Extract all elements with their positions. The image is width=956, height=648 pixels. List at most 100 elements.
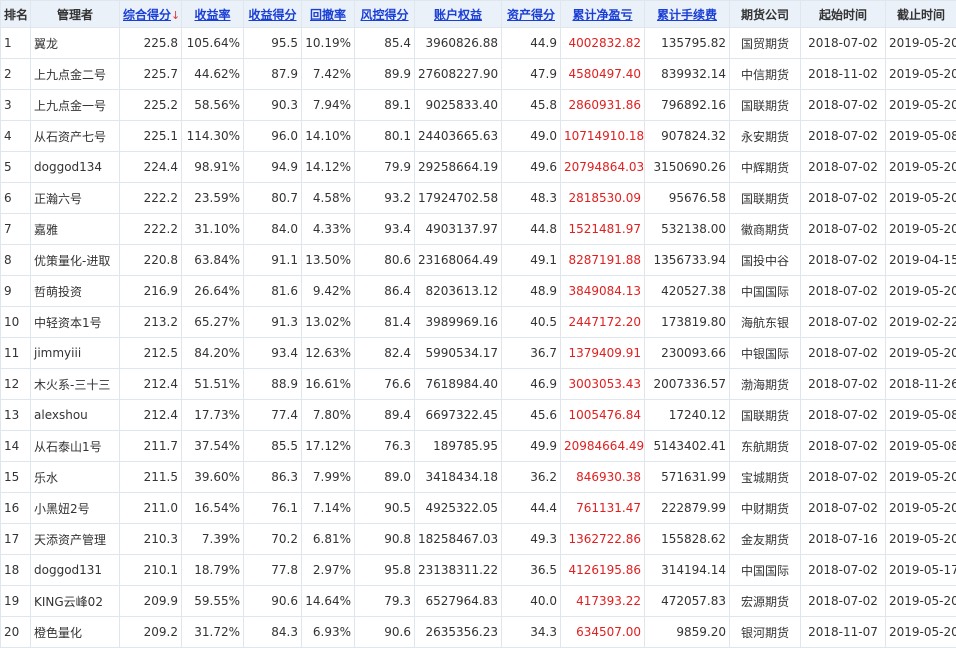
sort-link-score[interactable]: 综合得分 [123,8,171,22]
sort-link-risk-score[interactable]: 风控得分 [360,8,408,22]
cell-asset-score: 34.3 [502,617,561,648]
cell-return-score: 81.6 [244,276,302,307]
cell-end: 2019-02-22 [886,307,956,338]
cell-risk-score: 89.1 [355,90,415,121]
cell-net-profit: 634507.00 [561,617,645,648]
cell-return-rate: 39.60% [182,462,244,493]
cell-rank: 9 [1,276,31,307]
cell-manager: 优策量化-进取 [31,245,120,276]
cell-rank: 14 [1,431,31,462]
cell-return-rate: 65.27% [182,307,244,338]
cell-equity: 2635356.23 [415,617,502,648]
header-row: 排名 管理者 综合得分↓ 收益率 收益得分 回撤率 风控得分 账户权益 资产得分… [1,1,956,28]
cell-start: 2018-07-02 [801,338,886,369]
cell-return-score: 76.1 [244,493,302,524]
cell-asset-score: 45.6 [502,400,561,431]
header-score[interactable]: 综合得分↓ [120,1,182,28]
cell-net-profit: 2447172.20 [561,307,645,338]
table-row: 14从石泰山1号211.737.54%85.517.12%76.3189785.… [1,431,956,462]
cell-end: 2019-05-20 [886,586,956,617]
table-row: 6正瀚六号222.223.59%80.74.58%93.217924702.58… [1,183,956,214]
sort-link-fees[interactable]: 累计手续费 [657,8,717,22]
table-row: 20橙色量化209.231.72%84.36.93%90.62635356.23… [1,617,956,648]
cell-drawdown: 2.97% [302,555,355,586]
cell-risk-score: 80.6 [355,245,415,276]
cell-risk-score: 90.8 [355,524,415,555]
cell-start: 2018-11-07 [801,617,886,648]
sort-link-return-rate[interactable]: 收益率 [194,8,230,22]
header-fees[interactable]: 累计手续费 [645,1,730,28]
cell-fees: 796892.16 [645,90,730,121]
cell-manager: 翼龙 [31,28,120,59]
table-row: 11jimmyiii212.584.20%93.412.63%82.459905… [1,338,956,369]
table-row: 7嘉雅222.231.10%84.04.33%93.44903137.9744.… [1,214,956,245]
table-row: 8优策量化-进取220.863.84%91.113.50%80.62316806… [1,245,956,276]
ranking-table: 排名 管理者 综合得分↓ 收益率 收益得分 回撤率 风控得分 账户权益 资产得分… [0,0,956,648]
cell-return-rate: 114.30% [182,121,244,152]
cell-broker: 东航期货 [730,431,801,462]
cell-rank: 5 [1,152,31,183]
cell-return-score: 96.0 [244,121,302,152]
header-drawdown[interactable]: 回撤率 [302,1,355,28]
cell-fees: 532138.00 [645,214,730,245]
cell-return-score: 91.3 [244,307,302,338]
cell-risk-score: 80.1 [355,121,415,152]
cell-return-rate: 51.51% [182,369,244,400]
cell-return-rate: 18.79% [182,555,244,586]
cell-rank: 19 [1,586,31,617]
cell-drawdown: 7.14% [302,493,355,524]
sort-link-net-profit[interactable]: 累计净盈亏 [572,8,632,22]
cell-rank: 1 [1,28,31,59]
cell-score: 225.8 [120,28,182,59]
cell-return-rate: 16.54% [182,493,244,524]
cell-drawdown: 14.64% [302,586,355,617]
cell-end: 2019-05-20 [886,59,956,90]
cell-risk-score: 85.4 [355,28,415,59]
header-equity[interactable]: 账户权益 [415,1,502,28]
sort-link-equity[interactable]: 账户权益 [434,8,482,22]
header-return-score[interactable]: 收益得分 [244,1,302,28]
cell-start: 2018-07-02 [801,369,886,400]
cell-fees: 135795.82 [645,28,730,59]
table-row: 1翼龙225.8105.64%95.510.19%85.43960826.884… [1,28,956,59]
cell-drawdown: 12.63% [302,338,355,369]
table-row: 15乐水211.539.60%86.37.99%89.03418434.1836… [1,462,956,493]
cell-manager: KING云峰02 [31,586,120,617]
cell-broker: 中辉期货 [730,152,801,183]
sort-link-return-score[interactable]: 收益得分 [248,8,296,22]
cell-risk-score: 93.2 [355,183,415,214]
sort-link-drawdown[interactable]: 回撤率 [310,8,346,22]
header-risk-score[interactable]: 风控得分 [355,1,415,28]
cell-risk-score: 79.9 [355,152,415,183]
cell-start: 2018-07-02 [801,555,886,586]
header-asset-score[interactable]: 资产得分 [502,1,561,28]
sort-link-asset-score[interactable]: 资产得分 [507,8,555,22]
cell-drawdown: 13.50% [302,245,355,276]
header-net-profit[interactable]: 累计净盈亏 [561,1,645,28]
cell-manager: 正瀚六号 [31,183,120,214]
cell-net-profit: 761131.47 [561,493,645,524]
cell-drawdown: 16.61% [302,369,355,400]
cell-risk-score: 82.4 [355,338,415,369]
cell-rank: 7 [1,214,31,245]
cell-manager: 哲萌投资 [31,276,120,307]
cell-asset-score: 36.2 [502,462,561,493]
cell-risk-score: 89.0 [355,462,415,493]
cell-score: 224.4 [120,152,182,183]
table-row: 3上九点金一号225.258.56%90.37.94%89.19025833.4… [1,90,956,121]
header-return-rate[interactable]: 收益率 [182,1,244,28]
cell-risk-score: 79.3 [355,586,415,617]
cell-end: 2019-05-08 [886,121,956,152]
cell-broker: 中银国际 [730,338,801,369]
cell-drawdown: 7.80% [302,400,355,431]
cell-end: 2019-05-20 [886,276,956,307]
cell-return-score: 93.4 [244,338,302,369]
cell-equity: 23168064.49 [415,245,502,276]
cell-drawdown: 7.94% [302,90,355,121]
cell-start: 2018-07-02 [801,400,886,431]
cell-manager: 小黑妞2号 [31,493,120,524]
cell-end: 2019-05-08 [886,431,956,462]
cell-manager: 上九点金一号 [31,90,120,121]
cell-manager: 从石泰山1号 [31,431,120,462]
cell-fees: 472057.83 [645,586,730,617]
